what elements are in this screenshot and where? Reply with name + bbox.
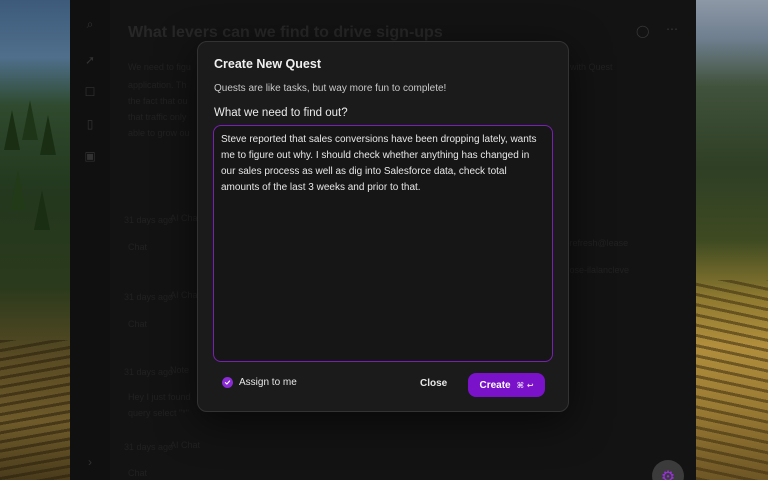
tree [22, 100, 38, 140]
create-label: Create [479, 379, 511, 391]
vineyard-rows [0, 340, 70, 480]
dialog-subtitle: Quests are like tasks, but way more fun … [214, 83, 447, 94]
keyboard-shortcut: ⌘ ↩ [516, 380, 534, 390]
tree [34, 190, 50, 230]
assign-to-me-checkbox[interactable]: Assign to me [222, 377, 297, 388]
dialog-title: Create New Quest [214, 57, 321, 71]
quest-description-input[interactable]: Steve reported that sales conversions ha… [213, 125, 553, 362]
tree [4, 110, 20, 150]
tree [40, 115, 56, 155]
desktop-wallpaper-right [696, 0, 768, 480]
desktop-wallpaper-left [0, 0, 70, 480]
close-button[interactable]: Close [420, 378, 447, 389]
vineyard-rows [696, 280, 768, 480]
check-icon[interactable] [222, 377, 233, 388]
assign-label: Assign to me [239, 377, 297, 388]
tree [10, 170, 26, 210]
create-button[interactable]: Create ⌘ ↩ [468, 373, 545, 397]
create-quest-dialog: Create New Quest Quests are like tasks, … [197, 41, 569, 412]
field-label: What we need to find out? [214, 107, 348, 119]
